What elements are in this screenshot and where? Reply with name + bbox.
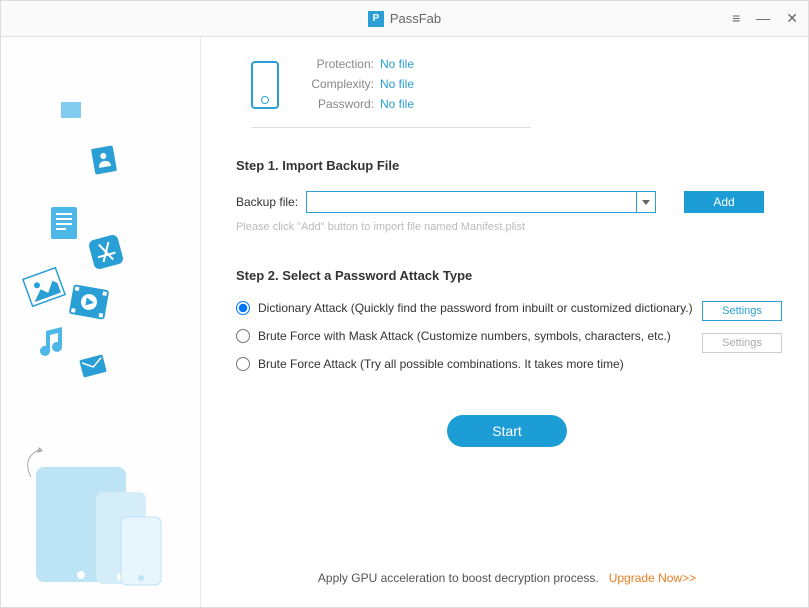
backup-dropdown-button[interactable] <box>636 191 656 213</box>
app-logo: P PassFab <box>368 11 441 27</box>
password-label: Password: <box>299 97 374 111</box>
minimize-button[interactable]: — <box>756 10 770 27</box>
document-icon <box>51 207 77 239</box>
main-panel: Protection: No file Complexity: No file … <box>201 37 808 607</box>
close-button[interactable]: ✕ <box>786 10 798 27</box>
step2-title: Step 2. Select a Password Attack Type <box>236 268 778 283</box>
add-button[interactable]: Add <box>684 191 764 213</box>
gpu-hint: Apply GPU acceleration to boost decrypti… <box>318 571 599 585</box>
brute-force-label: Brute Force Attack (Try all possible com… <box>258 357 624 371</box>
divider <box>251 127 531 128</box>
step1-title: Step 1. Import Backup File <box>236 158 778 173</box>
app-name: PassFab <box>390 11 441 26</box>
settings-button-2[interactable]: Settings <box>702 333 782 353</box>
backup-file-label: Backup file: <box>236 195 298 209</box>
mask-attack-radio[interactable] <box>236 329 250 343</box>
dictionary-attack-radio[interactable] <box>236 301 250 315</box>
title-bar: P PassFab ≡ — ✕ <box>1 1 808 37</box>
protection-value: No file <box>380 57 414 71</box>
menu-button[interactable]: ≡ <box>732 10 740 27</box>
dictionary-attack-label: Dictionary Attack (Quickly find the pass… <box>258 301 693 315</box>
contact-icon <box>91 145 117 174</box>
sidebar <box>1 37 201 607</box>
video-icon <box>69 284 110 320</box>
music-icon <box>36 327 64 357</box>
brute-force-radio[interactable] <box>236 357 250 371</box>
app-store-icon <box>88 234 125 271</box>
start-button[interactable]: Start <box>447 415 567 447</box>
protection-label: Protection: <box>299 57 374 71</box>
complexity-label: Complexity: <box>299 77 374 91</box>
footer: Apply GPU acceleration to boost decrypti… <box>236 571 778 597</box>
mask-attack-label: Brute Force with Mask Attack (Customize … <box>258 329 671 343</box>
chevron-down-icon <box>642 200 650 205</box>
import-hint: Please click "Add" button to import file… <box>236 221 778 233</box>
phone-icon <box>251 61 279 109</box>
envelope-icon <box>61 102 81 118</box>
devices-illustration <box>21 447 181 587</box>
photo-icon <box>22 267 66 308</box>
mail-icon <box>79 354 107 378</box>
complexity-value: No file <box>380 77 414 91</box>
settings-button-1[interactable]: Settings <box>702 301 782 321</box>
password-value: No file <box>380 97 414 111</box>
upgrade-link[interactable]: Upgrade Now>> <box>609 571 696 585</box>
logo-icon: P <box>368 11 384 27</box>
backup-file-input[interactable] <box>306 191 636 213</box>
